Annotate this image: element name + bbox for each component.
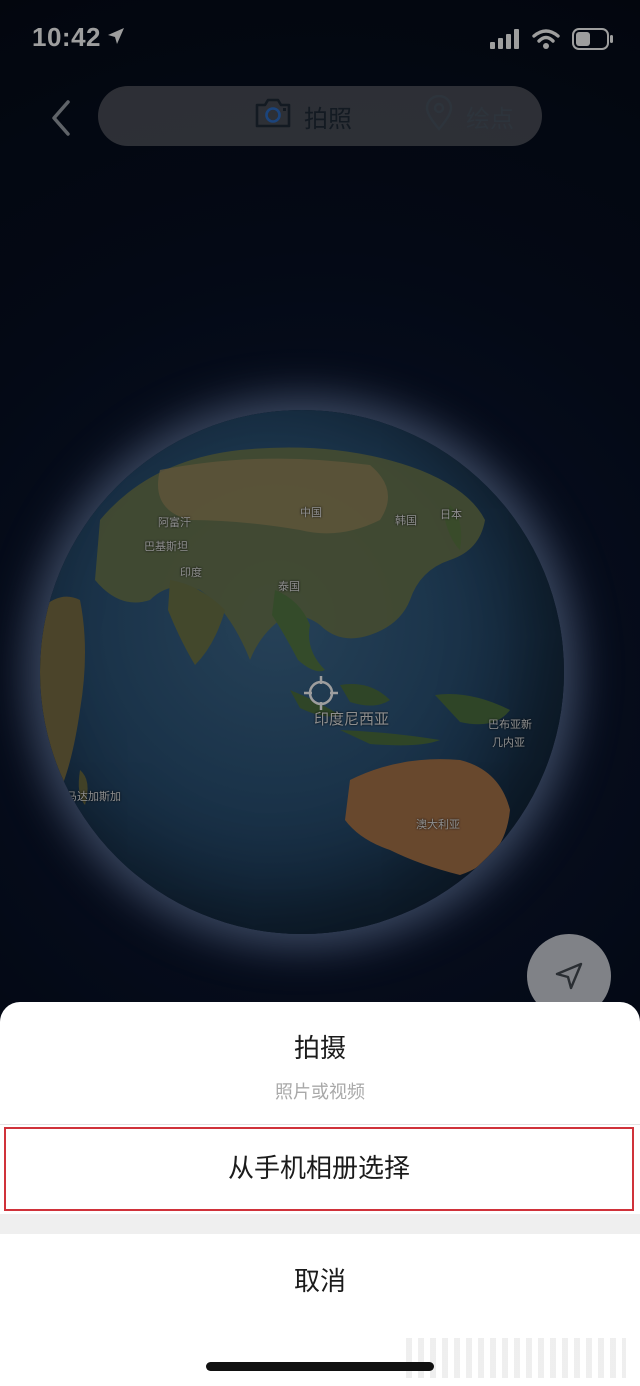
action-sheet-subtitle: 照片或视频: [275, 1082, 365, 1103]
choose-from-album-option[interactable]: 从手机相册选择: [4, 1127, 634, 1211]
cancel-button[interactable]: 取消: [0, 1234, 640, 1330]
navigation-arrow-icon: [555, 962, 583, 990]
sheet-divider: [0, 1124, 640, 1125]
cancel-label: 取消: [293, 1267, 346, 1297]
home-indicator: [206, 1362, 434, 1371]
watermark: [406, 1338, 626, 1378]
choose-from-album-label: 从手机相册选择: [227, 1154, 410, 1184]
sheet-separator-band: [0, 1214, 640, 1234]
action-sheet-title[interactable]: 拍摄: [0, 1028, 640, 1065]
